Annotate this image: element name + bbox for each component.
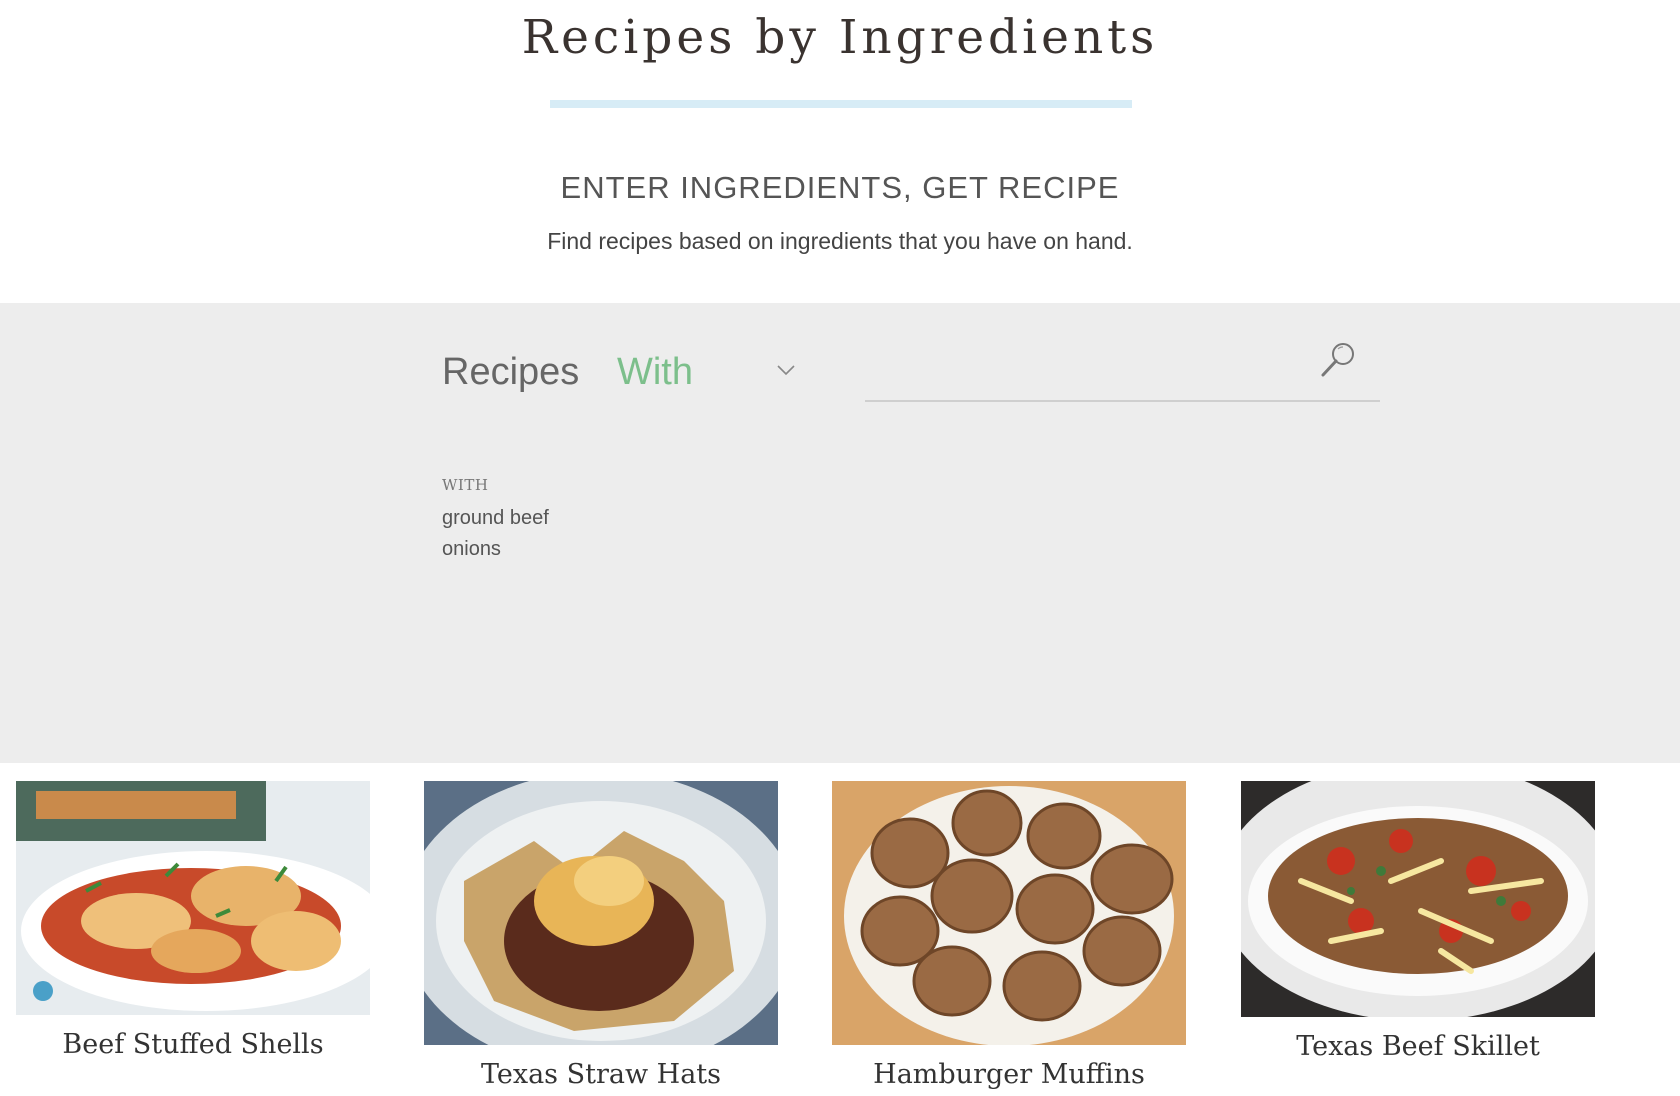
- recipe-card[interactable]: Texas Beef Skillet: [1241, 781, 1595, 1062]
- ingredient-item[interactable]: onions: [442, 534, 549, 565]
- ingredient-list: ground beef onions: [442, 503, 549, 565]
- ingredient-search-input[interactable]: [865, 328, 1319, 396]
- recipe-title[interactable]: Texas Beef Skillet: [1241, 1031, 1595, 1062]
- recipe-title[interactable]: Texas Straw Hats: [424, 1059, 778, 1090]
- recipe-image[interactable]: [832, 781, 1186, 1045]
- title-underline: [550, 100, 1132, 108]
- recipes-label: Recipes: [442, 351, 580, 393]
- ingredient-item[interactable]: ground beef: [442, 503, 549, 534]
- recipe-card[interactable]: Beef Stuffed Shells: [16, 781, 370, 1060]
- recipe-image[interactable]: [424, 781, 778, 1045]
- page-title: Recipes by Ingredients: [521, 10, 1159, 65]
- with-without-select[interactable]: With: [617, 343, 807, 403]
- section-heading: ENTER INGREDIENTS, GET RECIPE: [560, 170, 1120, 205]
- with-label: WITH: [442, 476, 489, 494]
- search-icon[interactable]: [1318, 340, 1358, 380]
- recipe-title[interactable]: Beef Stuffed Shells: [16, 1029, 370, 1060]
- ingredient-search: [865, 328, 1380, 402]
- search-panel: Recipes With WITH ground beef onions: [0, 303, 1680, 763]
- chevron-down-icon: [777, 365, 795, 376]
- recipe-card[interactable]: Hamburger Muffins: [832, 781, 1186, 1090]
- recipe-image[interactable]: [1241, 781, 1595, 1017]
- recipe-results: Beef Stuffed Shells Texas Straw Hats Ham…: [0, 763, 1680, 1096]
- page: Recipes by Ingredients ENTER INGREDIENTS…: [0, 0, 1680, 1096]
- recipe-image[interactable]: [16, 781, 370, 1015]
- section-subtext: Find recipes based on ingredients that y…: [547, 228, 1133, 254]
- page-header: Recipes by Ingredients ENTER INGREDIENTS…: [0, 0, 1680, 303]
- recipe-card[interactable]: Texas Straw Hats: [424, 781, 778, 1090]
- mode-select-value: With: [617, 351, 693, 393]
- recipe-title[interactable]: Hamburger Muffins: [832, 1059, 1186, 1090]
